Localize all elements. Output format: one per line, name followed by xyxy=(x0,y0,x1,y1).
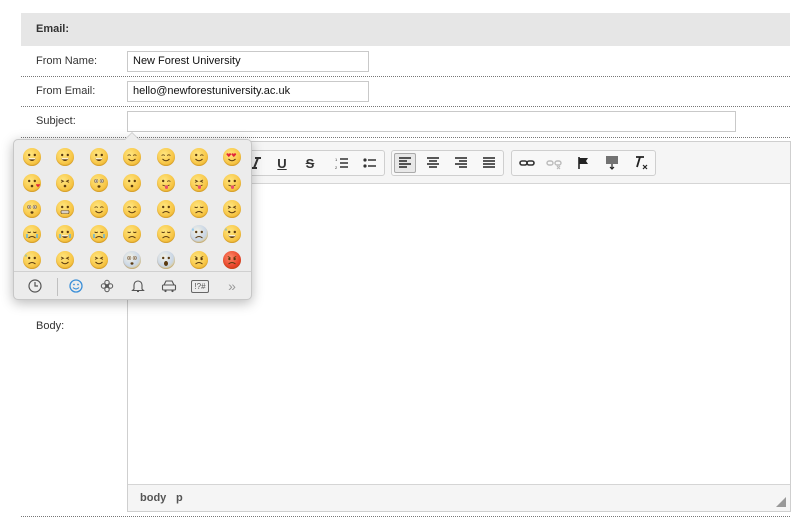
emoji-relaxed-icon[interactable] xyxy=(156,148,175,166)
flower-icon[interactable] xyxy=(97,276,117,296)
emoji-cold-sweat-icon[interactable] xyxy=(190,225,208,244)
remove-format-icon xyxy=(636,156,648,170)
anchor-button[interactable] xyxy=(572,153,594,173)
emoji-grid xyxy=(23,148,245,273)
numbered-list-button[interactable]: 12 xyxy=(331,153,353,173)
emoji-smiley-icon[interactable] xyxy=(89,148,108,166)
svg-text:1: 1 xyxy=(335,157,338,162)
emoji-angry-icon[interactable] xyxy=(190,251,208,270)
resize-handle-icon[interactable] xyxy=(776,497,786,507)
emoji-persevere-icon[interactable] xyxy=(223,199,242,218)
emoji-flushed-icon[interactable] xyxy=(89,173,108,192)
emoji-heart-eyes-icon[interactable] xyxy=(223,148,242,166)
numbered-list-icon: 12 xyxy=(335,157,348,170)
strikethrough-button[interactable]: S xyxy=(299,153,321,173)
align-center-icon xyxy=(427,157,439,168)
emoji-blush-icon[interactable] xyxy=(123,148,142,166)
emoji-weary-icon[interactable] xyxy=(56,251,75,270)
body-label: Body: xyxy=(36,320,65,332)
emoji-kissing-heart-icon[interactable] xyxy=(23,173,41,192)
emoji-picker: !?# » xyxy=(13,132,252,300)
from-email-row: From Email: hello@newforestuniversity.ac… xyxy=(21,77,790,107)
from-email-label: From Email: xyxy=(36,85,96,97)
emoji-scream-icon[interactable] xyxy=(156,251,175,270)
align-center-button[interactable] xyxy=(422,153,444,173)
remove-format-button[interactable] xyxy=(630,153,652,173)
emoji-kissing-closed-eyes-icon[interactable] xyxy=(56,173,75,192)
insert-group xyxy=(511,150,656,176)
emoji-kissing-icon[interactable] xyxy=(123,173,142,192)
symbols-label: !?# xyxy=(191,279,209,293)
category-separator xyxy=(57,278,58,296)
emoji-cry-icon[interactable] xyxy=(23,225,41,244)
editor-statusbar: body p xyxy=(128,484,790,511)
from-name-row: From Name: New Forest University xyxy=(21,47,790,77)
from-name-label: From Name: xyxy=(36,55,98,67)
underline-button[interactable]: U xyxy=(271,153,293,173)
emoji-sob-icon[interactable] xyxy=(89,225,108,244)
justify-button[interactable] xyxy=(478,153,500,173)
justify-icon xyxy=(483,157,495,168)
bulleted-list-button[interactable] xyxy=(359,153,381,173)
link-icon xyxy=(519,160,535,166)
emoji-disappointed-icon[interactable] xyxy=(190,199,208,218)
emoji-grin-icon[interactable] xyxy=(56,148,75,166)
link-button[interactable] xyxy=(516,153,538,173)
bell-icon[interactable] xyxy=(128,276,148,296)
emoji-unamused-icon[interactable] xyxy=(156,199,175,218)
emoji-stuck-out-tongue-icon[interactable] xyxy=(223,173,242,192)
popover-arrow xyxy=(124,132,140,140)
from-email-input[interactable]: hello@newforestuniversity.ac.uk xyxy=(127,81,369,102)
from-name-input[interactable]: New Forest University xyxy=(127,51,369,72)
emoji-disappointed-relieved-icon[interactable] xyxy=(156,225,175,244)
section-title: Email: xyxy=(21,13,790,46)
subject-label: Subject: xyxy=(36,115,76,127)
emoji-grimacing-icon[interactable] xyxy=(56,199,75,218)
align-right-icon xyxy=(455,157,467,168)
car-icon[interactable] xyxy=(159,276,179,296)
more-chevron-icon[interactable]: » xyxy=(222,276,242,296)
emoji-relieved-icon[interactable] xyxy=(123,199,142,218)
path-item-p[interactable]: p xyxy=(176,492,183,504)
subject-input[interactable] xyxy=(127,111,736,132)
emoji-joy-icon[interactable] xyxy=(56,225,75,244)
align-right-button[interactable] xyxy=(450,153,472,173)
emoji-wink-icon[interactable] xyxy=(190,148,208,166)
recent-clock-icon[interactable] xyxy=(25,276,45,296)
emoji-divider xyxy=(14,271,251,272)
emoji-rage-icon[interactable] xyxy=(223,251,242,270)
unlink-button[interactable] xyxy=(543,153,565,173)
emoji-tired-face-icon[interactable] xyxy=(89,251,108,270)
svg-text:2: 2 xyxy=(335,165,338,170)
emoji-sweat-smile-icon[interactable] xyxy=(223,225,242,244)
emoji-stuck-out-tongue-winking-icon[interactable] xyxy=(156,173,175,192)
path-item-body[interactable]: body xyxy=(140,492,166,504)
emoji-sleepy-icon[interactable] xyxy=(123,225,142,244)
emoji-pensive-icon[interactable] xyxy=(89,199,108,218)
align-left-icon xyxy=(399,157,411,168)
page-break-icon xyxy=(606,156,618,170)
emoji-grinning-icon[interactable] xyxy=(23,148,41,166)
emoji-stuck-out-tongue-closed-eyes-icon[interactable] xyxy=(190,173,208,192)
symbols-icon[interactable]: !?# xyxy=(188,276,212,296)
flag-icon xyxy=(578,157,588,169)
align-left-button[interactable] xyxy=(394,153,416,173)
emoji-sweat-icon[interactable] xyxy=(23,251,41,270)
unlink-icon xyxy=(546,160,562,170)
insert-block-button[interactable] xyxy=(601,153,623,173)
bulleted-list-icon xyxy=(363,158,376,168)
alignment-group xyxy=(391,150,504,176)
emoji-astonished-icon[interactable] xyxy=(23,199,41,218)
emoji-fearful-icon[interactable] xyxy=(123,251,142,270)
smileys-icon[interactable] xyxy=(66,276,86,296)
